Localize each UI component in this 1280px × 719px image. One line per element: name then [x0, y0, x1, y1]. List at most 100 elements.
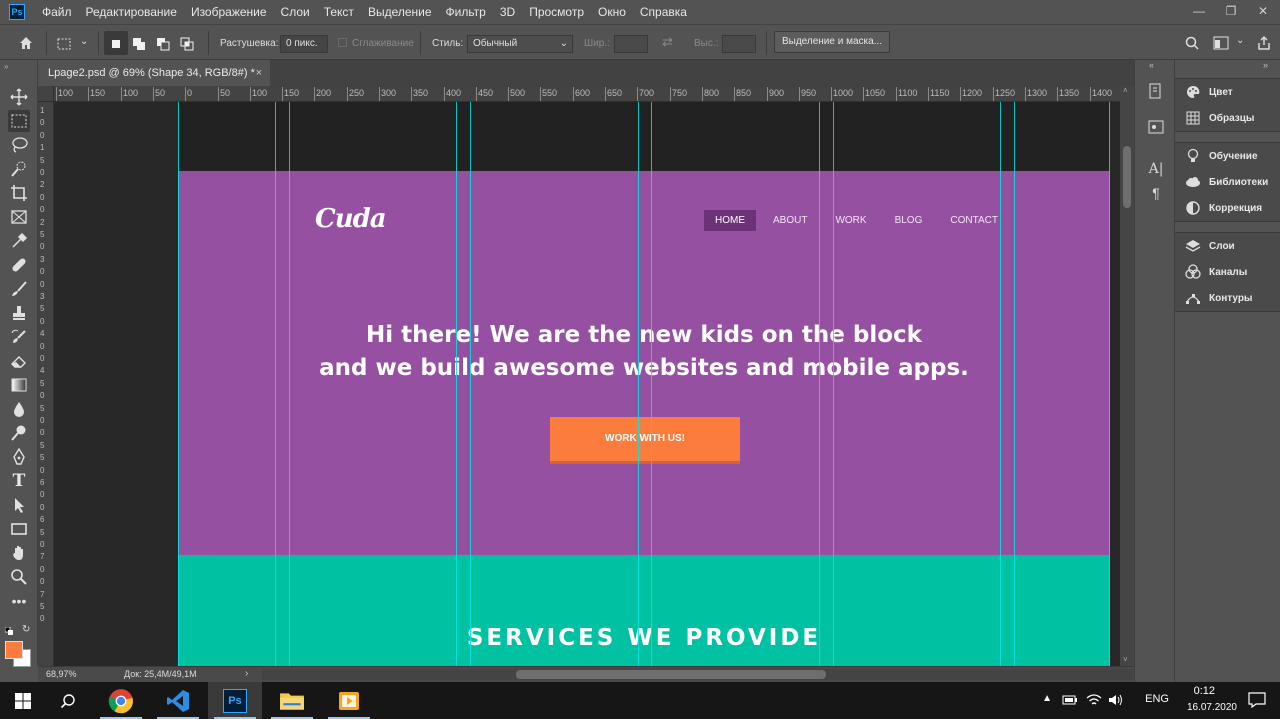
- workspace-icon[interactable]: [1213, 36, 1229, 50]
- type-tool[interactable]: T: [8, 470, 30, 492]
- path-selection-tool[interactable]: [8, 494, 30, 516]
- blur-tool[interactable]: [8, 398, 30, 420]
- zoom-tool[interactable]: [8, 566, 30, 588]
- guide-line[interactable]: [275, 102, 276, 666]
- hand-tool[interactable]: [8, 542, 30, 564]
- menu-3d[interactable]: 3D: [493, 0, 522, 24]
- eyedropper-tool[interactable]: [8, 230, 30, 252]
- clock-time[interactable]: 0:12: [1194, 685, 1215, 697]
- menu-filter[interactable]: Фильтр: [439, 0, 493, 24]
- collapse-arrows-icon[interactable]: »: [4, 62, 8, 71]
- document-tab[interactable]: Lpage2.psd @ 69% (Shape 34, RGB/8#) * ×: [38, 60, 270, 86]
- panel-layers[interactable]: Слои: [1175, 233, 1280, 259]
- status-menu-arrow[interactable]: ›: [245, 668, 248, 679]
- close-icon[interactable]: ✕: [1254, 2, 1272, 20]
- collapse-arrows-icon[interactable]: »: [1263, 60, 1268, 70]
- taskbar-photoshop[interactable]: Ps: [208, 682, 262, 719]
- share-icon[interactable]: [1256, 35, 1272, 51]
- subtract-selection-icon[interactable]: [156, 37, 170, 51]
- feather-input[interactable]: 0 пикс.: [280, 35, 328, 53]
- photoshop-logo-icon[interactable]: Ps: [9, 4, 25, 20]
- intersect-selection-icon[interactable]: [180, 37, 194, 51]
- chevron-down-icon[interactable]: ⌄: [1236, 35, 1244, 46]
- taskbar-vscode[interactable]: [151, 682, 205, 719]
- guide-line[interactable]: [638, 102, 639, 666]
- vertical-scroll-thumb[interactable]: [1123, 146, 1131, 208]
- quick-select-tool[interactable]: [8, 158, 30, 180]
- marquee-tool[interactable]: [8, 110, 30, 132]
- horizontal-scroll-thumb[interactable]: [516, 670, 826, 679]
- crop-tool[interactable]: [8, 182, 30, 204]
- guide-line[interactable]: [1014, 102, 1015, 666]
- foreground-color-swatch[interactable]: [5, 641, 23, 659]
- scroll-up-icon[interactable]: ˄: [1123, 86, 1128, 95]
- brush-tool[interactable]: [8, 278, 30, 300]
- guide-line[interactable]: [470, 102, 471, 666]
- panel-libraries[interactable]: Библиотеки: [1175, 169, 1280, 195]
- vertical-ruler[interactable]: 1 0 0 1 5 0 2 0 0 2 5 0 3 0 0 3 5 0 4 0 0 4 5 0 5 0 0 5 5 0 6 0 0 6 5 0 7 0 0 7…: [38, 102, 54, 666]
- clone-stamp-tool[interactable]: [8, 302, 30, 324]
- marquee-preset-icon[interactable]: [57, 37, 71, 51]
- style-select[interactable]: Обычный ⌄: [467, 35, 573, 53]
- collapse-arrows-icon[interactable]: «: [1149, 60, 1154, 70]
- restore-icon[interactable]: ❐: [1222, 2, 1240, 20]
- guide-line[interactable]: [1000, 102, 1001, 666]
- horizontal-ruler[interactable]: 100 150 100 50 0 50 100 150 200 250 300 350 400 450 50…: [38, 86, 1120, 102]
- horizontal-scrollbar[interactable]: [262, 669, 1134, 680]
- add-selection-icon[interactable]: [132, 37, 146, 51]
- show-hidden-icons-icon[interactable]: ▲: [1042, 693, 1052, 704]
- panel-learn[interactable]: Обучение: [1175, 143, 1280, 169]
- menu-view[interactable]: Просмотр: [522, 0, 591, 24]
- ruler-origin[interactable]: [38, 86, 54, 102]
- history-brush-tool[interactable]: [8, 326, 30, 348]
- guide-line[interactable]: [833, 102, 834, 666]
- zoom-level[interactable]: 68,97%: [46, 669, 77, 679]
- panel-adjustments[interactable]: Коррекция: [1175, 195, 1280, 221]
- home-icon[interactable]: [18, 35, 34, 51]
- menu-select[interactable]: Выделение: [361, 0, 439, 24]
- menu-image[interactable]: Изображение: [184, 0, 274, 24]
- eraser-tool[interactable]: [8, 350, 30, 372]
- guide-line[interactable]: [289, 102, 290, 666]
- taskbar-explorer[interactable]: [265, 682, 319, 719]
- swap-colors-icon[interactable]: ↻: [22, 624, 30, 635]
- guide-line[interactable]: [651, 102, 652, 666]
- language-indicator[interactable]: ENG: [1145, 693, 1169, 705]
- taskbar-search-button[interactable]: [46, 682, 90, 719]
- clock-date[interactable]: 16.07.2020: [1187, 702, 1237, 713]
- notifications-icon[interactable]: [1248, 692, 1266, 708]
- antialias-checkbox[interactable]: [338, 38, 347, 47]
- menu-window[interactable]: Окно: [591, 0, 633, 24]
- move-tool[interactable]: [8, 86, 30, 108]
- close-tab-icon[interactable]: ×: [256, 60, 262, 86]
- healing-brush-tool[interactable]: [8, 254, 30, 276]
- swap-icon[interactable]: ⇄: [662, 34, 673, 50]
- chevron-down-icon[interactable]: ⌄: [80, 36, 88, 47]
- history-icon[interactable]: [1147, 82, 1165, 100]
- rectangle-tool[interactable]: [8, 518, 30, 540]
- guide-line[interactable]: [819, 102, 820, 666]
- menu-file[interactable]: Файл: [35, 0, 79, 24]
- start-button[interactable]: [0, 682, 46, 719]
- scroll-down-icon[interactable]: ˅: [1123, 655, 1128, 664]
- document-canvas[interactable]: Cuda HOME ABOUT WORK BLOG CONTACT Hi the…: [178, 102, 1110, 666]
- properties-icon[interactable]: [1147, 118, 1165, 136]
- search-icon[interactable]: [1185, 36, 1199, 50]
- more-tools-icon[interactable]: •••: [8, 590, 30, 612]
- volume-icon[interactable]: [1108, 693, 1124, 707]
- lasso-tool[interactable]: [8, 134, 30, 156]
- taskbar-chrome[interactable]: [94, 682, 148, 719]
- frame-tool[interactable]: [8, 206, 30, 228]
- minimize-icon[interactable]: —: [1190, 2, 1208, 20]
- wifi-icon[interactable]: [1086, 693, 1102, 707]
- pen-tool[interactable]: [8, 446, 30, 468]
- vertical-scrollbar[interactable]: ˄ ˅: [1120, 86, 1134, 666]
- menu-edit[interactable]: Редактирование: [79, 0, 184, 24]
- dodge-tool[interactable]: [8, 422, 30, 444]
- menu-layers[interactable]: Слои: [274, 0, 317, 24]
- panel-paths[interactable]: Контуры: [1175, 285, 1280, 311]
- menu-help[interactable]: Справка: [633, 0, 694, 24]
- menu-type[interactable]: Текст: [317, 0, 361, 24]
- panel-channels[interactable]: Каналы: [1175, 259, 1280, 285]
- new-selection-icon[interactable]: [109, 37, 123, 51]
